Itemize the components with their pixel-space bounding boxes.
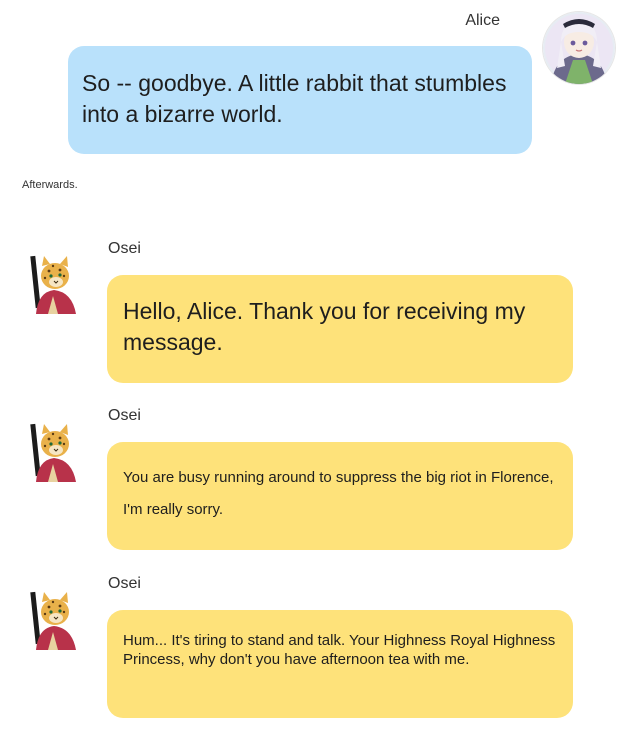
sender-name-alice: Alice [465, 12, 500, 29]
chat-bubble-osei[interactable]: Hello, Alice. Thank you for receiving my… [107, 275, 573, 383]
chat-bubble-osei[interactable]: Hum... It's tiring to stand and talk. Yo… [107, 610, 573, 718]
leopard-avatar-icon[interactable] [20, 420, 82, 482]
sender-name-osei: Osei [108, 575, 141, 592]
message-text: So -- goodbye. A little rabbit that stum… [82, 70, 507, 127]
message-text: Hello, Alice. Thank you for receiving my… [123, 298, 526, 355]
message-text: You are busy running around to suppress … [123, 469, 554, 518]
sender-name-osei: Osei [108, 240, 141, 257]
message-text: Hum... It's tiring to stand and talk. Yo… [123, 632, 556, 668]
alice-avatar-icon[interactable] [543, 12, 615, 84]
chat-bubble-osei[interactable]: You are busy running around to suppress … [107, 442, 573, 550]
sender-name-osei: Osei [108, 407, 141, 424]
scene-note: Afterwards. [22, 179, 78, 191]
chat-bubble-alice[interactable]: So -- goodbye. A little rabbit that stum… [68, 46, 532, 154]
leopard-avatar-icon[interactable] [20, 588, 82, 650]
leopard-avatar-icon[interactable] [20, 252, 82, 314]
